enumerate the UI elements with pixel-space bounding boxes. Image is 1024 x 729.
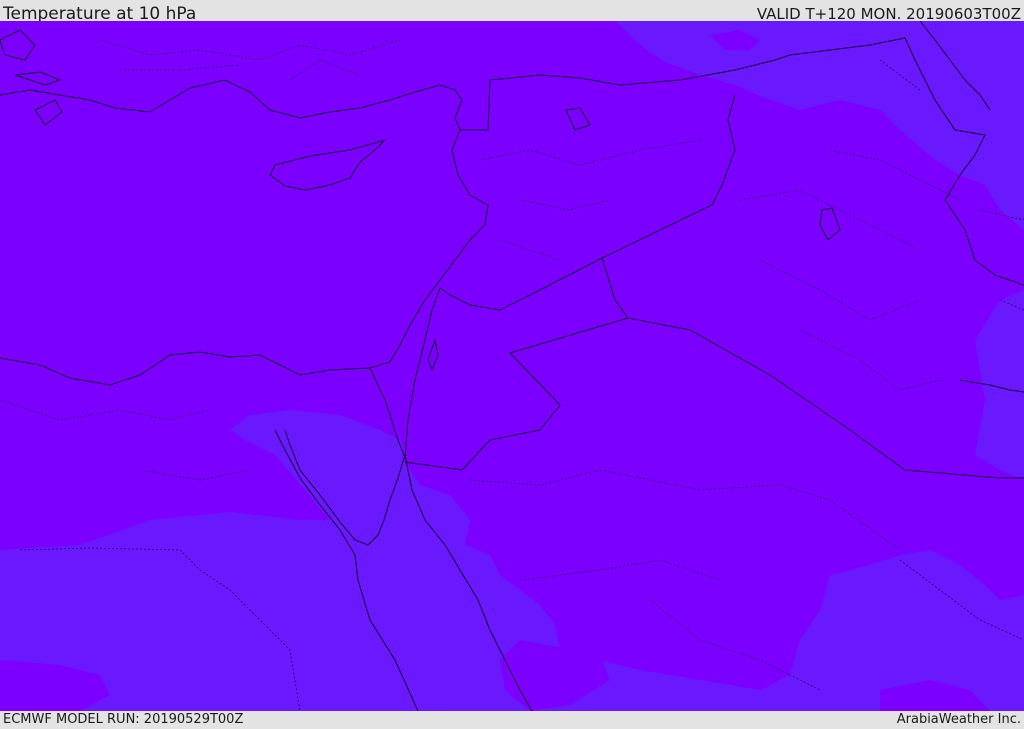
credit-label: ArabiaWeather Inc. <box>896 712 1021 727</box>
model-run-label: ECMWF MODEL RUN: 20190529T00Z <box>3 712 244 727</box>
map-svg <box>0 21 1024 711</box>
weather-map-frame: Temperature at 10 hPa VALID T+120 MON. 2… <box>0 0 1024 729</box>
map-canvas <box>0 21 1024 711</box>
footer-bar: ECMWF MODEL RUN: 20190529T00Z ArabiaWeat… <box>0 711 1024 729</box>
header-bar: Temperature at 10 hPa VALID T+120 MON. 2… <box>0 0 1024 24</box>
